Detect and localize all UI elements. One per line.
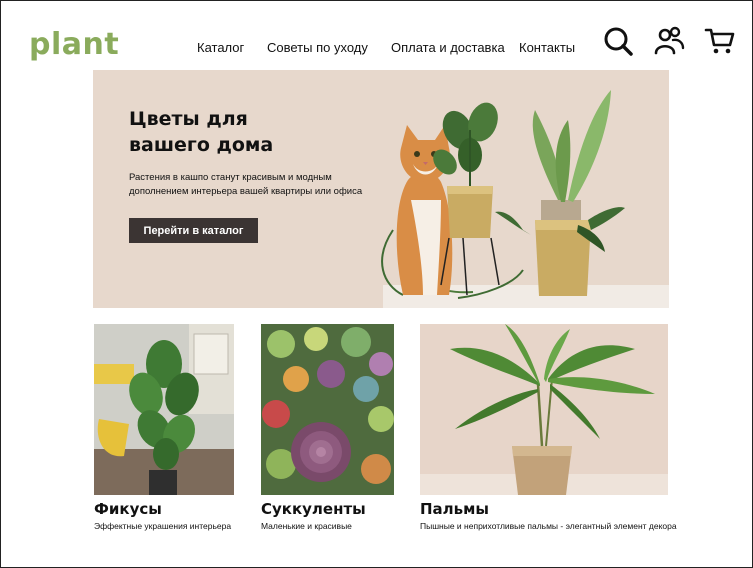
category-title-succulents[interactable]: Суккуленты: [261, 500, 366, 518]
go-to-catalog-button[interactable]: Перейти в каталог: [129, 218, 258, 243]
hero-image-cat-plants: [381, 90, 669, 308]
succulents-image[interactable]: [261, 324, 394, 495]
nav-item-contacts[interactable]: Контакты: [519, 40, 575, 55]
page-frame: plant Каталог Советы по уходу Оплата и д…: [0, 0, 753, 568]
cart-icon[interactable]: [704, 25, 736, 57]
hero-banner: Цветы для вашего дома Растения в кашпо с…: [93, 70, 669, 308]
hero-title: Цветы для вашего дома: [129, 108, 274, 156]
category-subtitle-ficus: Эффектные украшения интерьера: [94, 521, 232, 531]
category-subtitle-succulents: Маленькие и красивые: [261, 521, 352, 531]
nav-item-care-tips[interactable]: Советы по уходу: [267, 40, 368, 55]
palms-image[interactable]: [420, 324, 668, 495]
brand-logo[interactable]: plant: [29, 27, 119, 62]
search-icon[interactable]: [602, 25, 634, 57]
ficus-image[interactable]: [94, 324, 234, 495]
category-title-ficus[interactable]: Фикусы: [94, 500, 162, 518]
nav-item-catalog[interactable]: Каталог: [197, 40, 244, 55]
category-subtitle-palms: Пышные и неприхотливые пальмы - элегантн…: [420, 521, 677, 531]
nav-item-payment-delivery[interactable]: Оплата и доставка: [391, 40, 505, 55]
hero-description: Растения в кашпо станут красивым и модны…: [129, 172, 363, 197]
category-title-palms[interactable]: Пальмы: [420, 500, 489, 518]
account-icon[interactable]: [653, 25, 685, 57]
